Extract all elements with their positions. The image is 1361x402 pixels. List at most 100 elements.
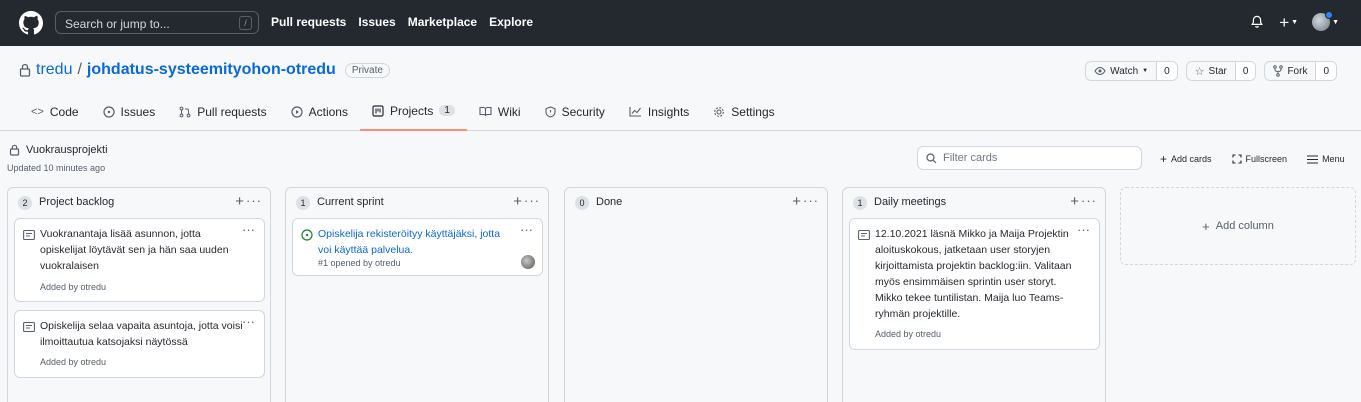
tab-code[interactable]: <> Code bbox=[19, 92, 91, 131]
column-card-count: 1 bbox=[853, 196, 867, 210]
visibility-badge: Private bbox=[344, 62, 390, 78]
tab-security[interactable]: Security bbox=[533, 92, 617, 131]
add-card-button[interactable]: + bbox=[513, 193, 522, 210]
card-meta: Added by otredu bbox=[40, 357, 107, 367]
nav-explore[interactable]: Explore bbox=[489, 15, 533, 29]
tab-label: Security bbox=[561, 104, 605, 119]
project-title: Vuokrausprojekti bbox=[9, 144, 108, 156]
tab-wiki[interactable]: Wiki bbox=[467, 92, 533, 131]
project-updated-text: Updated 10 minutes ago bbox=[7, 163, 106, 173]
tab-insights[interactable]: Insights bbox=[617, 92, 701, 131]
fullscreen-label: Fullscreen bbox=[1245, 154, 1288, 164]
plus-icon: + bbox=[1202, 218, 1210, 234]
watch-label: Watch bbox=[1110, 65, 1139, 77]
repo-owner-link[interactable]: tredu bbox=[36, 61, 72, 79]
card-note-text: Vuokranantaja lisää asunnon, jotta opisk… bbox=[40, 228, 229, 272]
add-card-button[interactable]: + bbox=[235, 193, 244, 210]
play-icon bbox=[291, 105, 303, 118]
bell-icon[interactable] bbox=[1249, 14, 1265, 30]
star-button[interactable]: ☆ Star bbox=[1187, 62, 1236, 80]
chevron-down-icon: ▼ bbox=[1332, 18, 1339, 26]
add-cards-button[interactable]: + Add cards bbox=[1160, 152, 1212, 166]
repo-title: tredu / johdatus-systeemityohon-otredu P… bbox=[19, 61, 390, 79]
pull-request-icon bbox=[179, 106, 191, 117]
column-project-backlog: 2 Project backlog + ··· Vuokranantaja li… bbox=[7, 187, 271, 402]
column-header: 1 Current sprint + ··· bbox=[286, 188, 548, 218]
column-menu-button[interactable]: ··· bbox=[524, 193, 540, 208]
issue-card[interactable]: Opiskelija rekisteröityy käyttäjäksi, jo… bbox=[292, 218, 543, 276]
card-menu-button[interactable]: ··· bbox=[242, 222, 255, 237]
fullscreen-button[interactable]: Fullscreen bbox=[1231, 152, 1288, 166]
project-name: Vuokrausprojekti bbox=[26, 144, 108, 156]
note-card[interactable]: 12.10.2021 läsnä Mikko ja Maija Projekti… bbox=[849, 218, 1100, 350]
note-card[interactable]: Vuokranantaja lisää asunnon, jotta opisk… bbox=[14, 218, 265, 302]
note-card[interactable]: Opiskelija selaa vapaita asuntoja, jotta… bbox=[14, 310, 265, 378]
search-input[interactable]: Search or jump to... / bbox=[55, 11, 259, 34]
tab-label: Actions bbox=[308, 104, 348, 119]
column-menu-button[interactable]: ··· bbox=[1081, 193, 1097, 208]
tab-label: Settings bbox=[731, 104, 775, 119]
menu-button[interactable]: Menu bbox=[1307, 152, 1345, 166]
star-count[interactable]: 0 bbox=[1235, 62, 1256, 80]
add-card-button[interactable]: + bbox=[792, 193, 801, 210]
search-placeholder: Search or jump to... bbox=[65, 17, 170, 31]
fork-button[interactable]: Fork bbox=[1265, 62, 1317, 80]
project-header: Vuokrausprojekti Updated 10 minutes ago … bbox=[0, 131, 1361, 183]
column-card-count: 0 bbox=[575, 196, 589, 210]
avatar[interactable] bbox=[521, 255, 535, 269]
repo-name-link[interactable]: johdatus-systeemityohon-otredu bbox=[87, 61, 336, 79]
book-icon bbox=[479, 106, 492, 117]
chevron-down-icon: ▼ bbox=[1291, 18, 1299, 26]
tab-pull-requests[interactable]: Pull requests bbox=[167, 92, 278, 131]
star-icon: ☆ bbox=[1194, 65, 1205, 78]
column-title: Done bbox=[596, 196, 623, 208]
user-menu-button[interactable]: ▼ bbox=[1312, 11, 1339, 31]
tab-label: Projects bbox=[389, 103, 434, 118]
repo-tabs: <> Code Issues Pull requests Actions Pro… bbox=[19, 92, 787, 131]
fork-count[interactable]: 0 bbox=[1316, 62, 1336, 80]
card-note-text: Opiskelija selaa vapaita asuntoja, jotta… bbox=[40, 320, 243, 348]
projects-count-badge: 1 bbox=[439, 105, 455, 116]
card-meta: Added by otredu bbox=[40, 282, 107, 292]
card-menu-button[interactable]: ··· bbox=[1077, 222, 1090, 237]
card-menu-button[interactable]: ··· bbox=[242, 314, 255, 329]
eye-icon bbox=[1094, 66, 1106, 76]
tab-label: Pull requests bbox=[197, 104, 267, 119]
search-shortcut-key: / bbox=[239, 16, 252, 30]
avatar bbox=[1312, 11, 1334, 31]
graph-icon bbox=[629, 107, 641, 117]
watch-button[interactable]: Watch ▼ bbox=[1086, 62, 1158, 80]
fork-label: Fork bbox=[1287, 65, 1308, 77]
column-menu-button[interactable]: ··· bbox=[803, 193, 819, 208]
tab-label: Code bbox=[49, 104, 79, 119]
fork-button-group: Fork 0 bbox=[1264, 61, 1337, 81]
issue-title-link[interactable]: Opiskelija rekisteröityy käyttäjäksi, jo… bbox=[318, 226, 513, 258]
add-column-button[interactable]: + Add column bbox=[1120, 187, 1356, 265]
filter-placeholder: Filter cards bbox=[943, 152, 998, 164]
gear-icon bbox=[714, 106, 725, 117]
column-card-count: 2 bbox=[18, 196, 32, 210]
tab-actions[interactable]: Actions bbox=[279, 92, 360, 131]
star-label: Star bbox=[1208, 65, 1227, 77]
tab-settings[interactable]: Settings bbox=[701, 92, 786, 131]
tab-label: Insights bbox=[647, 104, 690, 119]
column-header: 2 Project backlog + ··· bbox=[8, 188, 270, 218]
watch-count[interactable]: 0 bbox=[1157, 62, 1177, 80]
card-note-text: 12.10.2021 läsnä Mikko ja Maija Projekti… bbox=[875, 228, 1072, 320]
note-icon bbox=[23, 321, 35, 333]
github-logo-icon[interactable] bbox=[19, 11, 43, 35]
notification-dot bbox=[1325, 11, 1334, 19]
card-menu-button[interactable]: ··· bbox=[520, 222, 533, 237]
add-card-button[interactable]: + bbox=[1070, 193, 1079, 210]
create-new-button[interactable]: + ▼ bbox=[1279, 14, 1298, 31]
nav-marketplace[interactable]: Marketplace bbox=[408, 15, 477, 29]
column-menu-button[interactable]: ··· bbox=[246, 193, 262, 208]
nav-pull-requests[interactable]: Pull requests bbox=[271, 15, 346, 29]
tab-projects[interactable]: Projects 1 bbox=[359, 92, 467, 131]
nav-issues[interactable]: Issues bbox=[358, 15, 395, 29]
filter-cards-input[interactable]: Filter cards bbox=[917, 146, 1142, 170]
star-button-group: ☆ Star 0 bbox=[1185, 61, 1257, 81]
column-title: Project backlog bbox=[39, 196, 115, 208]
column-done: 0 Done + ··· bbox=[564, 187, 828, 402]
tab-issues[interactable]: Issues bbox=[91, 92, 168, 131]
